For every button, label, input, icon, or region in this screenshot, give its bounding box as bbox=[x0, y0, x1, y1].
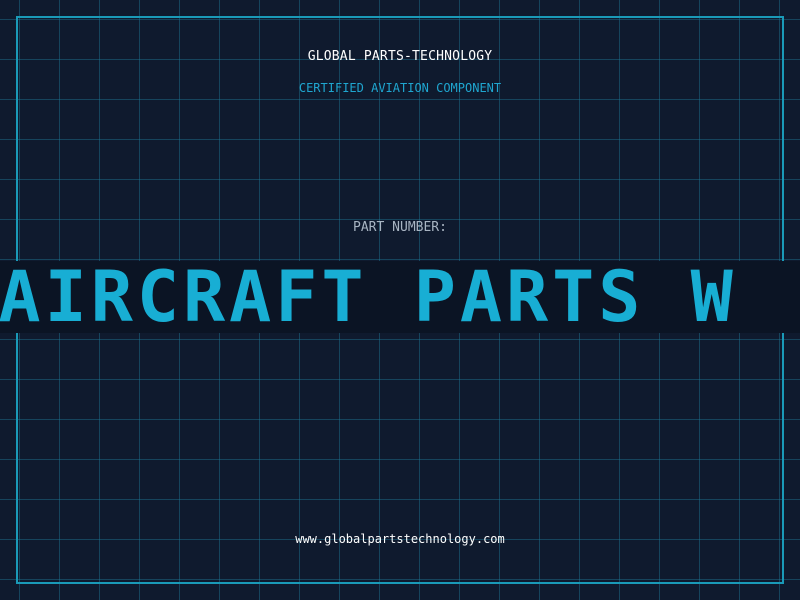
website-url: www.globalpartstechnology.com bbox=[295, 532, 505, 546]
company-tagline: CERTIFIED AVIATION COMPONENT bbox=[298, 81, 502, 95]
part-number-banner: ER AIRCRAFT PARTS W bbox=[0, 261, 800, 333]
company-name: GLOBAL PARTS-TECHNOLOGY bbox=[307, 49, 493, 64]
part-number-label: PART NUMBER: bbox=[353, 220, 447, 235]
part-number-marquee-text: ER AIRCRAFT PARTS W bbox=[0, 261, 737, 333]
